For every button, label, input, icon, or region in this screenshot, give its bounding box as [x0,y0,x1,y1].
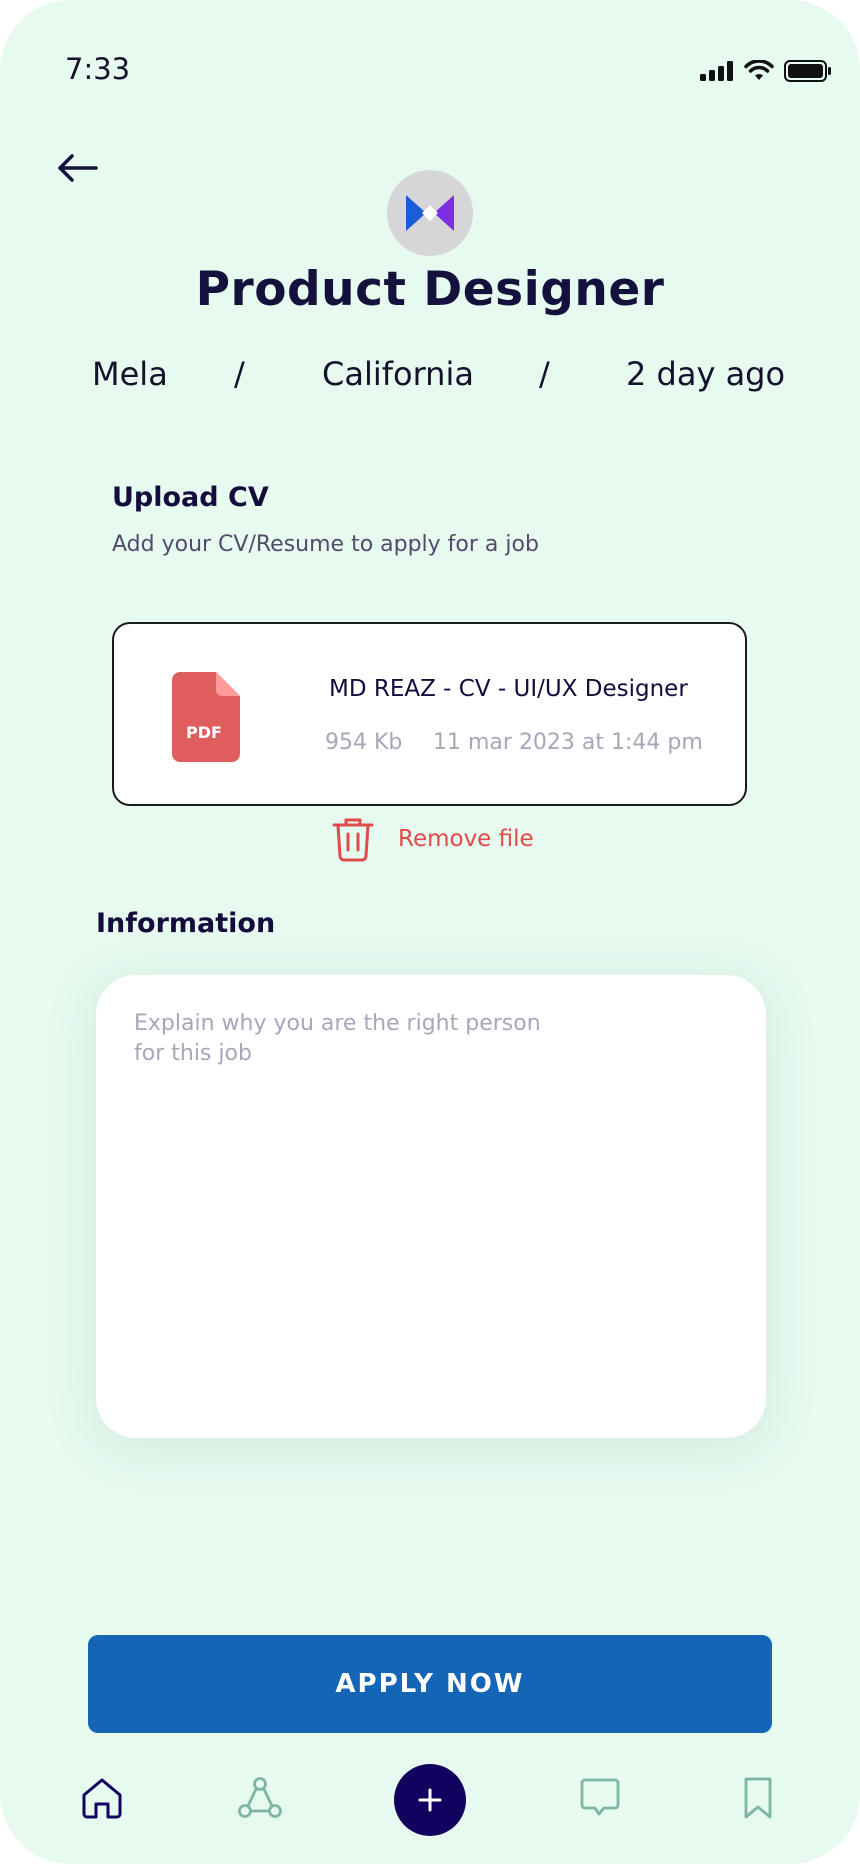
posted-time: 2 day ago [626,355,786,393]
job-location: California [322,355,474,393]
trash-icon [332,818,374,862]
back-arrow-icon [58,154,98,182]
upload-cv-subtitle: Add your CV/Resume to apply for a job [112,532,539,557]
meta-separator: / [539,355,550,393]
back-button[interactable] [52,148,102,188]
information-box [96,975,766,1438]
bookmark-icon [744,1777,772,1819]
file-size: 954 Kb [325,730,403,755]
nav-add-button[interactable] [394,1764,466,1836]
company-name: Mela [92,355,168,393]
status-icons [700,60,832,82]
nav-home[interactable] [72,1768,132,1828]
job-meta: Mela / California / 2 day ago [0,355,860,400]
nav-connections[interactable] [230,1768,290,1828]
job-title: Product Designer [195,262,665,317]
home-icon [82,1778,122,1819]
pdf-icon-label: PDF [186,723,222,742]
company-logo [387,170,473,256]
status-time: 7:33 [65,52,131,86]
file-date: 11 mar 2023 at 1:44 pm [433,730,703,755]
connections-icon [238,1777,282,1818]
chat-icon [580,1778,620,1816]
screen: 7:33 Product Designer Mela / California … [0,0,860,1864]
remove-file-label: Remove file [398,826,534,852]
uploaded-file-card[interactable]: PDF MD REAZ - CV - UI/UX Designer 954 Kb… [112,622,747,806]
company-logo-icon [406,195,454,231]
pdf-file-icon: PDF [172,672,240,762]
add-icon [418,1788,442,1812]
information-textarea[interactable] [134,1009,694,1389]
battery-icon [784,60,831,82]
information-title: Information [96,908,276,939]
apply-now-button[interactable]: APPLY NOW [88,1635,772,1733]
nav-chat[interactable] [570,1768,630,1828]
signal-icon [700,61,733,81]
file-name: MD REAZ - CV - UI/UX Designer [329,676,688,702]
upload-cv-title: Upload CV [112,482,269,513]
wifi-icon [744,60,774,80]
meta-separator: / [234,355,245,393]
nav-bookmark[interactable] [728,1768,788,1828]
remove-file-button[interactable]: Remove file [330,816,534,862]
